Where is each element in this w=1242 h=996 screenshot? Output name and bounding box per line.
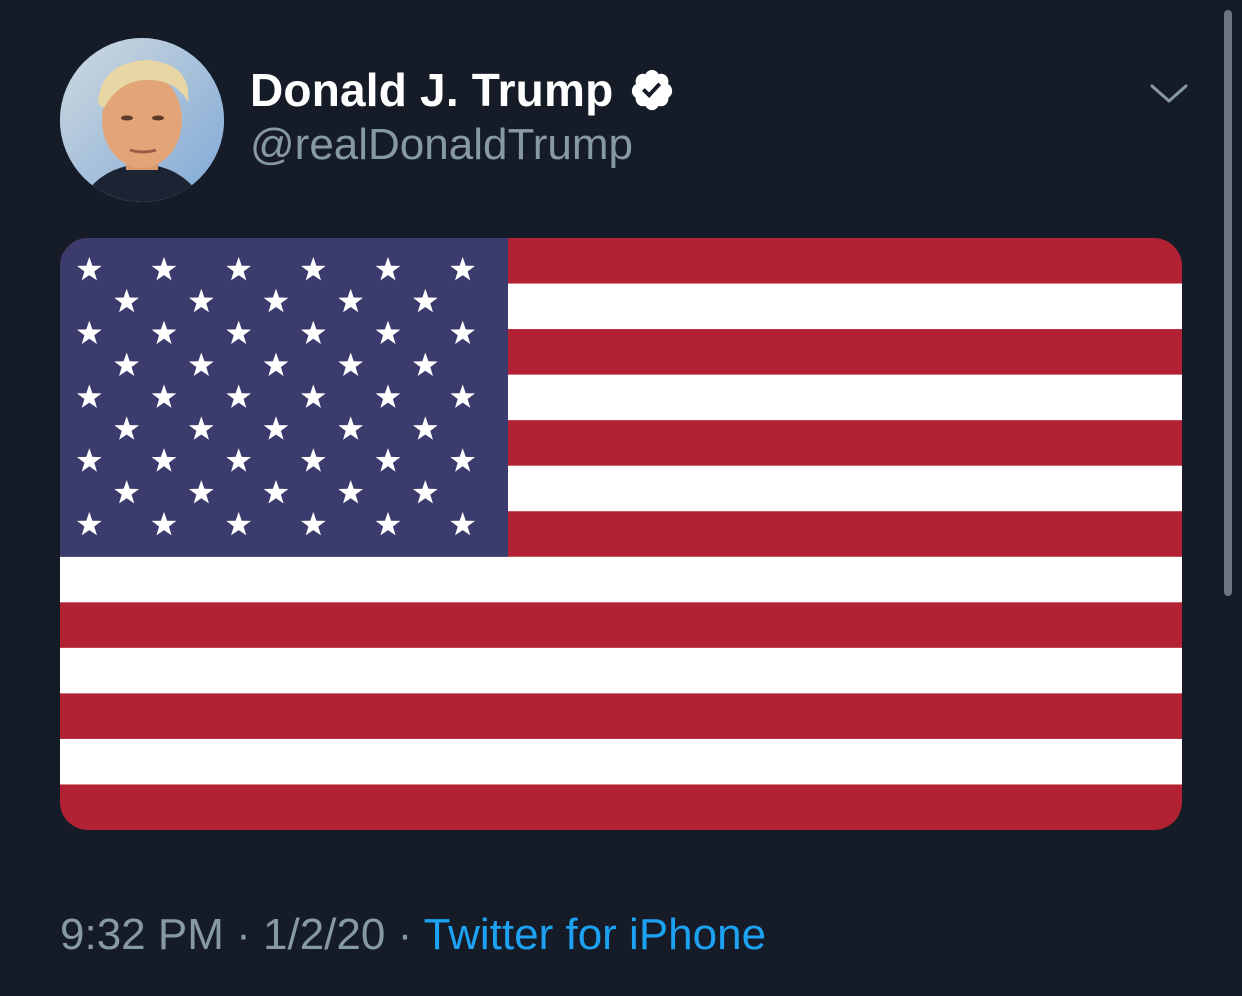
tweet-media-image[interactable] bbox=[60, 238, 1182, 830]
flag-stripe bbox=[60, 556, 1182, 603]
flag-stripe bbox=[60, 693, 1182, 740]
flag-stripe bbox=[60, 602, 1182, 649]
tweet-card: Donald J. Trump @realDonaldTrump 9:32 PM… bbox=[0, 0, 1242, 996]
flag-stripe bbox=[60, 784, 1182, 830]
verified-badge-icon bbox=[629, 67, 675, 113]
tweet-time[interactable]: 9:32 PM bbox=[60, 910, 224, 959]
tweet-date[interactable]: 1/2/20 bbox=[263, 910, 385, 959]
separator: · bbox=[236, 910, 251, 959]
display-name[interactable]: Donald J. Trump bbox=[250, 63, 613, 117]
separator: · bbox=[397, 910, 413, 959]
avatar[interactable] bbox=[60, 38, 224, 202]
flag-stripe bbox=[60, 647, 1182, 694]
tweet-metadata: 9:32 PM · 1/2/20 · Twitter for iPhone bbox=[60, 910, 766, 960]
user-handle[interactable]: @realDonaldTrump bbox=[250, 120, 633, 170]
chevron-down-icon[interactable] bbox=[1148, 78, 1190, 108]
scrollbar[interactable] bbox=[1224, 10, 1232, 596]
flag-canton bbox=[60, 238, 508, 557]
display-name-row[interactable]: Donald J. Trump bbox=[250, 60, 675, 120]
flag-stripe bbox=[60, 738, 1182, 785]
tweet-source-link[interactable]: Twitter for iPhone bbox=[424, 910, 766, 959]
us-flag-image bbox=[60, 238, 1182, 830]
profile-photo bbox=[60, 38, 224, 202]
